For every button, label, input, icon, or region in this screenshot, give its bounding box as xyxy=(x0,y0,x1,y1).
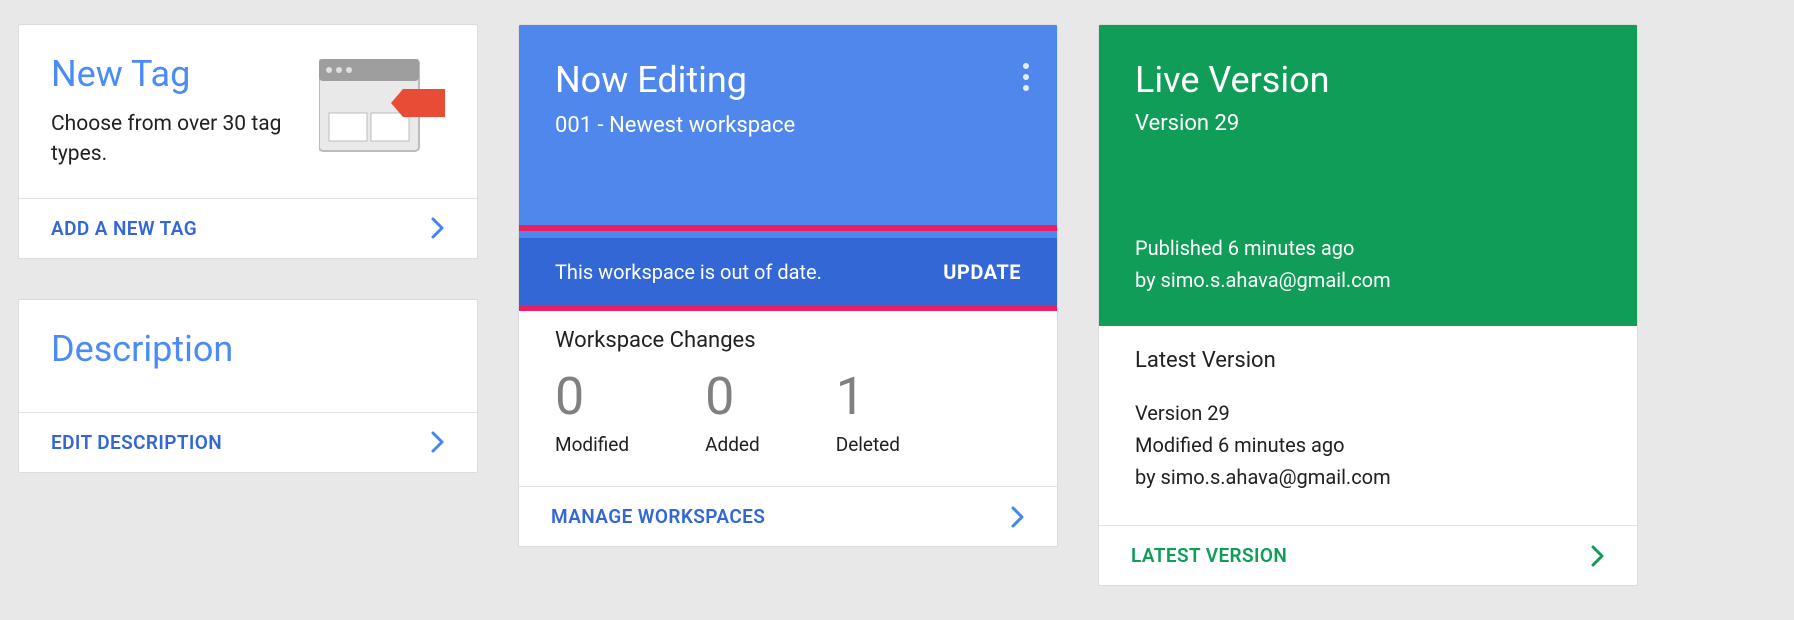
new-tag-subtitle: Choose from over 30 tag types. xyxy=(51,109,319,170)
now-editing-title: Now Editing xyxy=(555,59,1021,101)
latest-version-section: Latest Version Version 29 Modified 6 min… xyxy=(1099,326,1637,525)
latest-version-button[interactable]: LATEST VERSION xyxy=(1099,525,1637,585)
description-title: Description xyxy=(51,328,445,370)
live-version-meta: Published 6 minutes ago by simo.s.ahava@… xyxy=(1135,232,1601,296)
latest-version-number: Version 29 xyxy=(1135,397,1601,429)
stat-added: 0 Added xyxy=(705,371,760,456)
manage-workspaces-label: MANAGE WORKSPACES xyxy=(551,505,765,528)
live-version-title: Live Version xyxy=(1135,59,1601,101)
description-body: Description xyxy=(19,300,477,412)
stats-row: 0 Modified 0 Added 1 Deleted xyxy=(555,371,1021,456)
stat-deleted-value: 1 xyxy=(836,371,900,423)
update-button[interactable]: UPDATE xyxy=(943,260,1021,284)
live-version-number: Version 29 xyxy=(1135,111,1601,136)
chevron-right-icon xyxy=(431,217,445,239)
workspace-changes-heading: Workspace Changes xyxy=(555,328,1021,353)
browser-tag-icon xyxy=(319,59,445,163)
stat-modified: 0 Modified xyxy=(555,371,629,456)
new-tag-card: New Tag Choose from over 30 tag types. xyxy=(18,24,478,259)
stat-modified-value: 0 xyxy=(555,371,629,423)
stat-deleted: 1 Deleted xyxy=(836,371,900,456)
now-editing-subtitle: 001 - Newest workspace xyxy=(555,113,1021,138)
stat-deleted-label: Deleted xyxy=(836,433,900,456)
stat-added-value: 0 xyxy=(705,371,760,423)
workspace-changes-section: Workspace Changes 0 Modified 0 Added 1 D… xyxy=(519,306,1057,486)
live-version-card: Live Version Version 29 Published 6 minu… xyxy=(1098,24,1638,586)
edit-description-button[interactable]: EDIT DESCRIPTION xyxy=(19,412,477,472)
latest-by-line: by simo.s.ahava@gmail.com xyxy=(1135,461,1601,493)
left-column: New Tag Choose from over 30 tag types. xyxy=(18,24,478,473)
dashboard: New Tag Choose from over 30 tag types. xyxy=(18,24,1776,586)
published-by-line: by simo.s.ahava@gmail.com xyxy=(1135,264,1601,296)
new-tag-body: New Tag Choose from over 30 tag types. xyxy=(19,25,477,198)
manage-workspaces-button[interactable]: MANAGE WORKSPACES xyxy=(519,486,1057,546)
live-version-header: Live Version Version 29 Published 6 minu… xyxy=(1099,25,1637,326)
edit-description-label: EDIT DESCRIPTION xyxy=(51,431,222,454)
stat-modified-label: Modified xyxy=(555,433,629,456)
stat-added-label: Added xyxy=(705,433,760,456)
latest-version-heading: Latest Version xyxy=(1135,348,1601,373)
chevron-right-icon xyxy=(431,431,445,453)
out-of-date-notice: This workspace is out of date. UPDATE xyxy=(519,238,1057,306)
more-options-icon[interactable] xyxy=(1023,63,1029,91)
latest-modified-line: Modified 6 minutes ago xyxy=(1135,429,1601,461)
description-card: Description EDIT DESCRIPTION xyxy=(18,299,478,473)
now-editing-card: Now Editing 001 - Newest workspace This … xyxy=(518,24,1058,547)
add-new-tag-button[interactable]: ADD A NEW TAG xyxy=(19,198,477,258)
latest-version-details: Version 29 Modified 6 minutes ago by sim… xyxy=(1135,397,1601,493)
latest-version-label: LATEST VERSION xyxy=(1131,544,1287,567)
published-line: Published 6 minutes ago xyxy=(1135,232,1601,264)
chevron-right-icon xyxy=(1591,545,1605,567)
new-tag-title: New Tag xyxy=(51,53,319,95)
notice-text: This workspace is out of date. xyxy=(555,260,822,284)
now-editing-header: Now Editing 001 - Newest workspace xyxy=(519,25,1057,238)
add-new-tag-label: ADD A NEW TAG xyxy=(51,217,197,240)
chevron-right-icon xyxy=(1011,506,1025,528)
